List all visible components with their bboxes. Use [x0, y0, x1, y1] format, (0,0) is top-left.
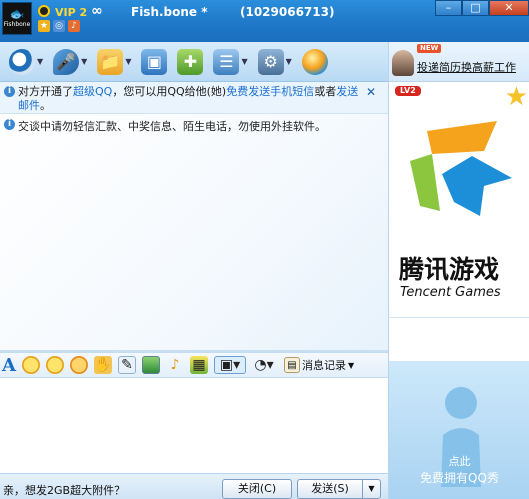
qq-music-icon[interactable]: ◔▾: [252, 356, 276, 374]
voice-chat-button[interactable]: 🎤 ▼: [50, 46, 90, 78]
avatar-label: Fishbone: [3, 21, 31, 28]
new-badge: NEW: [417, 44, 442, 53]
chevron-down-icon: ▼: [348, 360, 355, 370]
more-settings-icon: ⚙: [257, 48, 284, 75]
video-icon: [9, 48, 35, 75]
music-icon[interactable]: ♪: [166, 356, 184, 374]
create-discussion-icon: ✚: [177, 48, 204, 75]
star-icon[interactable]: ★: [505, 84, 528, 110]
image-icon[interactable]: [142, 356, 160, 374]
security-notice-text: 交谈中请勿轻信汇款、中奖信息、陌生电话，勿使用外挂软件。: [18, 120, 326, 133]
qq-show-free-text[interactable]: 免费拥有QQ秀: [389, 469, 529, 486]
shake-icon[interactable]: [70, 356, 88, 374]
info-text: 或者: [314, 85, 337, 98]
contact-name: Fish.bone *: [131, 5, 208, 19]
fish-logo-icon: 🐟: [9, 7, 25, 21]
qq-show-click-text[interactable]: 点此: [389, 453, 529, 469]
game-title-cn: 腾讯游戏: [399, 255, 500, 284]
more-settings-button[interactable]: ⚙ ▼: [255, 46, 295, 78]
person-icon: [392, 50, 414, 76]
app-share-icon: ☰: [213, 48, 240, 75]
format-toolbar: A ✋ ✎ ♪ ▦ ▣▾ ◔▾ ▤ 消息记录 ▼: [0, 352, 388, 378]
qq-game-icon: [301, 48, 328, 75]
ad-text[interactable]: 投递简历换高薪工作: [417, 59, 516, 75]
message-history[interactable]: i 交谈中请勿轻信汇款、中奖信息、陌生电话，勿使用外挂软件。: [0, 114, 388, 350]
voice-icon: 🎤: [53, 48, 80, 75]
history-label: 消息记录: [302, 359, 346, 372]
qq-penguin-icon: [38, 5, 50, 17]
chevron-down-icon[interactable]: ▼: [37, 57, 43, 66]
send-file-button[interactable]: 📁 ▼: [94, 46, 134, 78]
infinity-icon: ∞: [91, 3, 103, 19]
write-icon[interactable]: ✎: [118, 356, 136, 374]
title-bar[interactable]: 🐟 Fishbone VIP 2 ∞ Fish.bone * (10290667…: [0, 0, 529, 42]
qzone-status-icon[interactable]: ◎: [53, 20, 65, 32]
security-notice: i 交谈中请勿轻信汇款、中奖信息、陌生电话，勿使用外挂软件。: [4, 118, 326, 134]
gift-icon[interactable]: ▦: [190, 356, 208, 374]
close-button[interactable]: 关闭(C): [222, 479, 292, 499]
remote-assist-icon: ▣: [141, 48, 168, 75]
message-input[interactable]: [0, 378, 388, 473]
app-share-button[interactable]: ☰ ▼: [210, 46, 250, 78]
doodle-icon[interactable]: ✋: [94, 356, 112, 374]
tencent-games-logo-icon: [410, 121, 512, 216]
send-file-icon: 📁: [97, 48, 124, 75]
window-controls: – □ ✕: [435, 0, 529, 16]
qq-show-panel[interactable]: 点此 免费拥有QQ秀: [389, 361, 529, 499]
contact-avatar[interactable]: 🐟 Fishbone: [2, 2, 32, 35]
send-button[interactable]: 发送(S): [297, 479, 362, 499]
bottom-bar: 亲，想发2GB超大附件？ 关闭(C) 发送(S) ▼: [0, 473, 388, 499]
chat-toolbar: ▼ 🎤 ▼ 📁 ▼ ▣ ✚ ☰ ▼ ⚙ ▼: [0, 42, 388, 82]
video-chat-button[interactable]: ▼: [6, 46, 46, 78]
screenshot-icon[interactable]: ▣▾: [214, 356, 246, 374]
create-discussion-button[interactable]: ✚: [174, 46, 206, 78]
send-options-button[interactable]: ▼: [362, 479, 381, 499]
free-sms-link[interactable]: 免费发送手机短信: [226, 85, 314, 98]
chat-window: 🐟 Fishbone VIP 2 ∞ Fish.bone * (10290667…: [0, 0, 529, 499]
remote-assist-button[interactable]: ▣: [138, 46, 170, 78]
chevron-down-icon[interactable]: ▼: [81, 57, 87, 66]
pet-status-icon[interactable]: ♪: [68, 20, 80, 32]
status-icons: ★ ◎ ♪: [38, 20, 80, 32]
magic-emoticon-icon[interactable]: [46, 356, 64, 374]
ad-banner[interactable]: NEW 投递简历换高薪工作: [389, 42, 529, 82]
info-icon: i: [4, 119, 15, 130]
maximize-button[interactable]: □: [462, 0, 489, 16]
close-info-icon[interactable]: ✕: [366, 85, 376, 99]
info-text: 。: [40, 99, 51, 112]
super-qq-link[interactable]: 超级QQ: [73, 85, 112, 98]
font-icon[interactable]: A: [2, 355, 16, 376]
history-icon: ▤: [284, 357, 300, 373]
minimize-button[interactable]: –: [435, 0, 462, 16]
star-status-icon: ★: [38, 20, 50, 32]
chevron-down-icon[interactable]: ▼: [241, 57, 247, 66]
game-title-en: Tencent Games: [400, 285, 501, 300]
message-history-button[interactable]: ▤ 消息记录 ▼: [284, 357, 354, 373]
right-panel: NEW 投递简历换高薪工作 LV2 ★ 腾讯游戏 Tencent Games 点…: [388, 42, 529, 499]
vip-badge[interactable]: VIP 2: [55, 6, 87, 19]
chevron-down-icon[interactable]: ▼: [125, 57, 131, 66]
level-badge: LV2: [395, 86, 421, 96]
emoticon-icon[interactable]: [22, 356, 40, 374]
super-qq-info-bar: i 对方开通了超级QQ，您可以用QQ给他(她)免费发送手机短信或者发送邮件。 ✕: [0, 82, 388, 114]
large-attachment-prompt[interactable]: 亲，想发2GB超大附件？: [3, 482, 125, 498]
close-window-button[interactable]: ✕: [489, 0, 529, 16]
qq-game-button[interactable]: [299, 46, 331, 78]
info-icon: i: [4, 86, 15, 97]
contact-qq-number: (1029066713): [240, 5, 335, 19]
info-text: 对方开通了: [18, 85, 73, 98]
tencent-games-ad[interactable]: LV2 ★ 腾讯游戏 Tencent Games: [389, 82, 529, 318]
info-text: ，您可以用QQ给他(她): [112, 85, 227, 98]
chevron-down-icon[interactable]: ▼: [286, 57, 292, 66]
